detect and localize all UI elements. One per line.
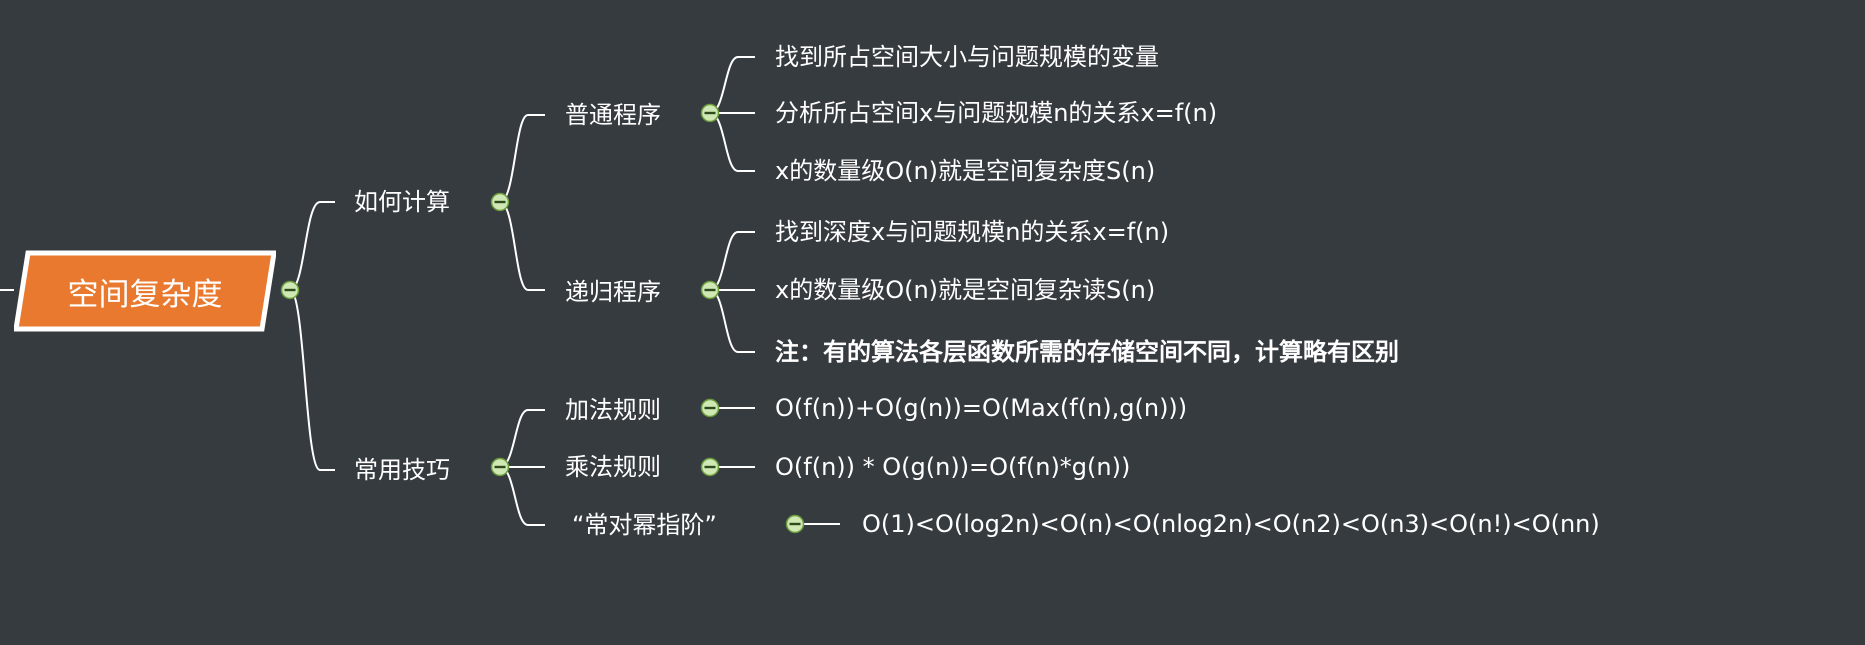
node-how-to-calculate[interactable]: 如何计算 [354,187,450,217]
node-normal-program[interactable]: 普通程序 [565,100,661,130]
mindmap-canvas: 空间复杂度 如何计算 常用技巧 普通程序 递归程序 加法规则 乘法规则 “常对幂… [0,0,1865,645]
connector-lines [0,56,840,526]
link-calc-recursive [499,201,545,291]
collapse-toggle-icon[interactable] [490,457,510,477]
leaf-normal-item[interactable]: x的数量级O(n)就是空间复杂度S(n) [775,156,1155,186]
collapse-toggle-icon[interactable] [785,514,805,534]
collapse-toggle-icon[interactable] [700,457,720,477]
link-root-tips [289,289,335,471]
collapse-toggle-icon[interactable] [700,280,720,300]
leaf-order-rule-formula[interactable]: O(1)<O(log2n)<O(n)<O(nlog2n)<O(n2)<O(n3)… [862,509,1600,539]
leaf-recursive-note[interactable]: 注：有的算法各层函数所需的存储空间不同，计算略有区别 [775,337,1399,367]
node-common-tips[interactable]: 常用技巧 [354,455,450,485]
leaf-recursive-item[interactable]: x的数量级O(n)就是空间复杂读S(n) [775,275,1155,305]
leaf-add-rule-formula[interactable]: O(f(n))+O(g(n))=O(Max(f(n),g(n))) [775,393,1187,423]
root-label: 空间复杂度 [67,276,223,313]
node-add-rule[interactable]: 加法规则 [565,395,661,425]
leaf-recursive-item[interactable]: 找到深度x与问题规模n的关系x=f(n) [775,217,1169,247]
link-root-calc [289,201,335,291]
link-calc-normal [499,114,545,203]
root-node[interactable]: 空间复杂度 [14,250,276,332]
collapse-toggle-icon[interactable] [490,192,510,212]
collapse-toggle-icon[interactable] [700,398,720,418]
leaf-normal-item[interactable]: 分析所占空间x与问题规模n的关系x=f(n) [775,98,1217,128]
leaf-normal-item[interactable]: 找到所占空间大小与问题规模的变量 [775,42,1159,72]
node-mul-rule[interactable]: 乘法规则 [565,452,661,482]
collapse-toggle-icon[interactable] [700,103,720,123]
node-order-rule[interactable]: “常对幂指阶” [572,510,717,540]
leaf-mul-rule-formula[interactable]: O(f(n)) * O(g(n))=O(f(n)*g(n)) [775,452,1130,482]
collapse-toggle-icon[interactable] [280,280,300,300]
node-recursive-program[interactable]: 递归程序 [565,277,661,307]
